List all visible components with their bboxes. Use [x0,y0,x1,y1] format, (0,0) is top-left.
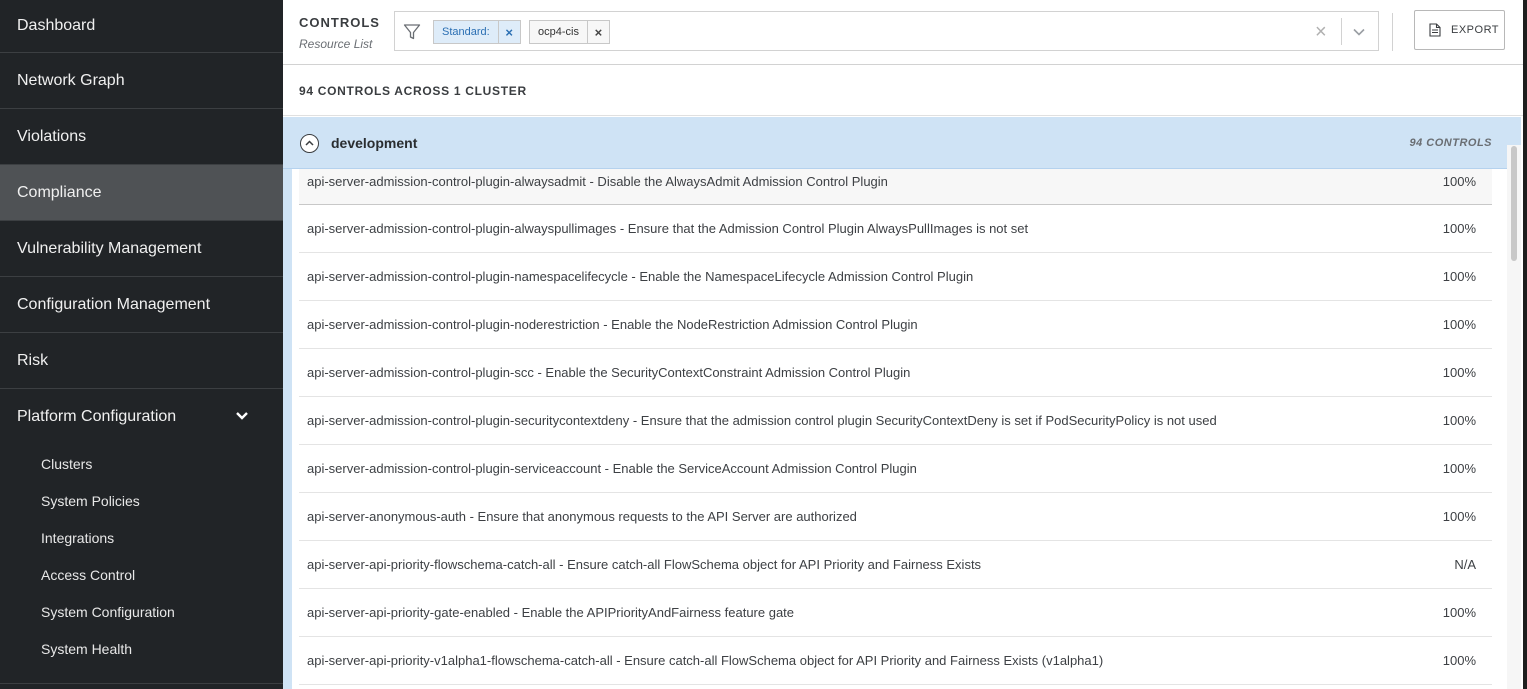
control-name: api-server-admission-control-plugin-secu… [307,413,1217,428]
sidebar-subitem-system-health[interactable]: System Health [0,630,283,667]
sidebar-subitem-label: Clusters [41,455,93,472]
sidebar-item-compliance[interactable]: Compliance [0,165,283,221]
search-filter-input[interactable]: Standard: × ocp4-cis × × [394,11,1379,51]
control-name: api-server-admission-control-plugin-alwa… [307,174,888,189]
filter-chip-standard: Standard: × [433,20,521,44]
sidebar-item-risk[interactable]: Risk [0,333,283,389]
sidebar-item-label: Network Graph [17,71,125,89]
table-row[interactable]: api-server-anonymous-auth - Ensure that … [299,493,1492,541]
filter-chip-label: ocp4-cis [538,26,579,38]
controls-list: development 94 CONTROLS api-server-admis… [283,117,1523,689]
sidebar-nav: Dashboard Network Graph Violations Compl… [0,0,283,689]
document-icon [1429,23,1441,37]
group-header[interactable]: development 94 CONTROLS [283,117,1521,169]
sidebar-item-configuration-management[interactable]: Configuration Management [0,277,283,333]
table-row[interactable]: api-server-admission-control-plugin-serv… [299,445,1492,493]
sidebar-subitem-label: System Policies [41,492,140,509]
header-divider [1392,13,1393,51]
table-row[interactable]: api-server-api-priority-v1alpha1-flowsch… [299,637,1492,685]
remove-chip-icon[interactable]: × [497,21,520,43]
window-edge [1523,0,1527,689]
sidebar-item-platform-configuration[interactable]: Platform Configuration [0,389,283,445]
page-subtitle: Resource List [299,37,373,51]
sidebar-item-label: Configuration Management [17,295,211,313]
sidebar-item-label: Dashboard [17,17,96,34]
controls-table: api-server-admission-control-plugin-alwa… [299,169,1492,685]
collapse-button[interactable] [300,134,319,153]
sidebar-subitem-label: System Health [41,640,133,657]
sidebar-subitem-access-control[interactable]: Access Control [0,556,283,593]
sidebar-item-violations[interactable]: Violations [0,109,283,165]
table-row[interactable]: api-server-admission-control-plugin-alwa… [299,205,1492,253]
group-name: development [331,135,418,151]
sidebar-subitem-label: System Configuration [41,603,175,620]
sidebar-subitem-system-policies[interactable]: System Policies [0,482,283,519]
page-title: CONTROLS [299,15,380,30]
clear-filter-icon[interactable]: × [1315,21,1327,44]
filter-icon [403,24,421,40]
control-compliance: N/A [1454,557,1476,572]
filter-chip-label: Standard: [442,26,490,38]
control-compliance: 100% [1442,605,1476,620]
table-row[interactable]: api-server-admission-control-plugin-node… [299,301,1492,349]
page-header: CONTROLS Resource List Standard: × ocp4-… [283,0,1523,65]
control-name: api-server-api-priority-flowschema-catch… [307,557,982,572]
control-compliance: 100% [1442,413,1476,428]
results-count: 94 CONTROLS ACROSS 1 CLUSTER [299,84,527,98]
table-row[interactable]: api-server-api-priority-gate-enabled - E… [299,589,1492,637]
sidebar-subitem-system-configuration[interactable]: System Configuration [0,593,283,630]
control-name: api-server-api-priority-v1alpha1-flowsch… [307,653,1104,668]
sidebar-item-dashboard[interactable]: Dashboard [0,0,283,53]
table-row[interactable]: api-server-api-priority-flowschema-catch… [299,541,1492,589]
control-name: api-server-admission-control-plugin-serv… [307,461,917,476]
scrollbar[interactable] [1507,145,1521,689]
sidebar-item-label: Compliance [17,183,102,201]
main-panel: CONTROLS Resource List Standard: × ocp4-… [283,0,1523,689]
control-name: api-server-admission-control-plugin-name… [307,269,974,284]
control-compliance: 100% [1442,221,1476,236]
table-row[interactable]: api-server-admission-control-plugin-name… [299,253,1492,301]
sidebar-item-label: Risk [17,351,49,369]
export-label: EXPORT [1451,24,1500,36]
sidebar-subitem-label: Integrations [41,529,115,546]
table-row[interactable]: api-server-admission-control-plugin-scc … [299,349,1492,397]
filter-divider [1341,18,1342,45]
sidebar-subitem-integrations[interactable]: Integrations [0,519,283,556]
control-compliance: 100% [1442,317,1476,332]
sidebar-item-label: Vulnerability Management [17,239,202,257]
control-name: api-server-api-priority-gate-enabled - E… [307,605,795,620]
control-compliance: 100% [1442,174,1476,189]
remove-chip-icon[interactable]: × [586,21,609,43]
sidebar-item-label: Platform Configuration [17,408,177,425]
sidebar-item-label: Violations [17,127,87,145]
chevron-down-icon[interactable] [1352,25,1366,39]
chevron-down-icon[interactable] [235,409,249,423]
platform-configuration-subnav: Clusters System Policies Integrations Ac… [0,445,283,667]
control-name: api-server-anonymous-auth - Ensure that … [307,509,857,524]
control-compliance: 100% [1442,269,1476,284]
table-row[interactable]: api-server-admission-control-plugin-alwa… [299,169,1492,205]
sidebar-divider [0,683,283,684]
control-compliance: 100% [1442,365,1476,380]
control-name: api-server-admission-control-plugin-node… [307,317,918,332]
control-compliance: 100% [1442,653,1476,668]
scrollbar-thumb[interactable] [1511,146,1517,261]
filter-chip-value: ocp4-cis × [529,20,610,44]
group-count: 94 CONTROLS [1409,137,1492,149]
sidebar-subitem-clusters[interactable]: Clusters [0,445,283,482]
results-summary: 94 CONTROLS ACROSS 1 CLUSTER [283,66,1523,116]
control-compliance: 100% [1442,509,1476,524]
control-compliance: 100% [1442,461,1476,476]
sidebar-item-network-graph[interactable]: Network Graph [0,53,283,109]
sidebar-item-vulnerability-management[interactable]: Vulnerability Management [0,221,283,277]
control-name: api-server-admission-control-plugin-scc … [307,365,911,380]
chevron-up-icon [305,140,314,146]
export-button[interactable]: EXPORT [1414,10,1505,50]
table-row[interactable]: api-server-admission-control-plugin-secu… [299,397,1492,445]
sidebar-subitem-label: Access Control [41,566,136,583]
group-stripe [283,117,292,689]
control-name: api-server-admission-control-plugin-alwa… [307,221,1029,236]
